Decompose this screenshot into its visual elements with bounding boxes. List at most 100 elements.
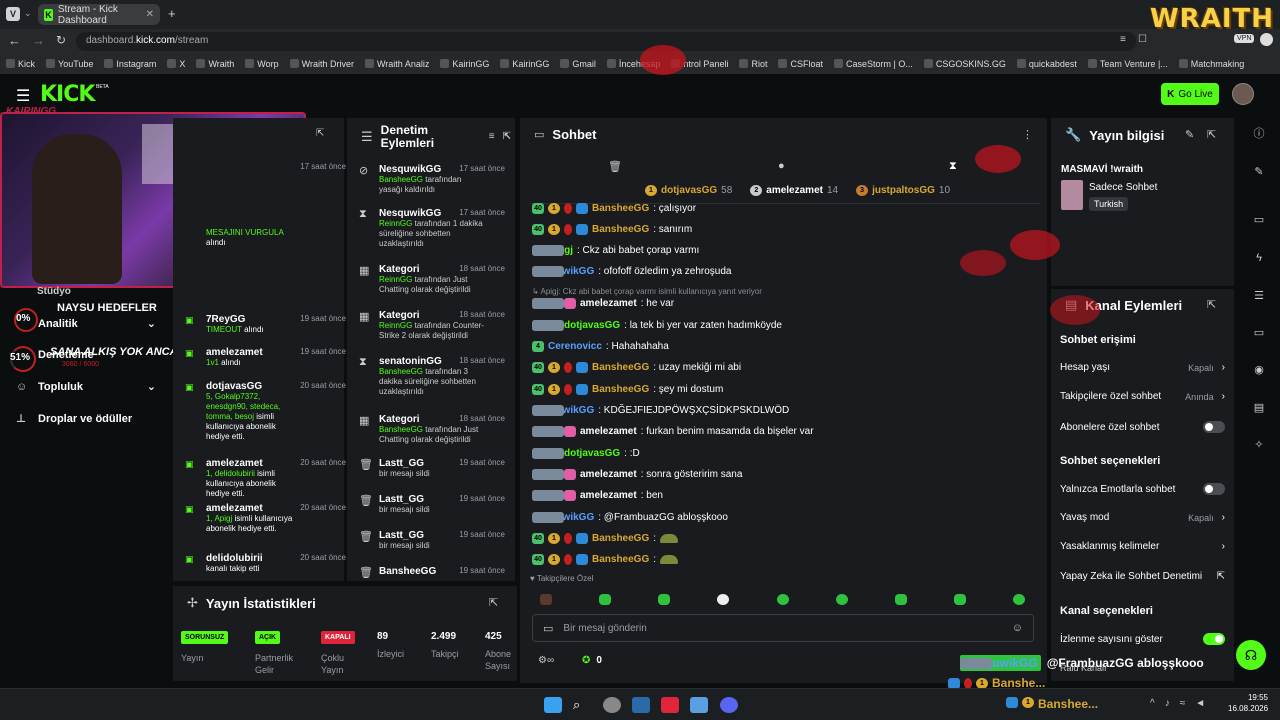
chat-message[interactable]: 4 Cerenovicc: Hahahahaha [532, 341, 669, 352]
preview-icon[interactable]: ▭ [1249, 210, 1269, 230]
profile-icon[interactable] [1260, 33, 1273, 46]
activity-user[interactable]: amelezamet [206, 458, 299, 469]
bookmark-entry[interactable]: X [167, 59, 185, 69]
bookmark-entry[interactable]: Kick [6, 59, 35, 69]
moderation-actor[interactable]: ReinnGG [379, 321, 412, 330]
back-icon[interactable]: ← [8, 33, 21, 48]
subs-chat-toggle[interactable] [1203, 421, 1225, 433]
leaderboard-entry[interactable]: 1 dotjavasGG 58 [645, 185, 732, 196]
reader-icon[interactable]: ≡ [1120, 34, 1126, 45]
bookmark-item[interactable]: X [179, 59, 185, 69]
slow-mode-setting[interactable]: Yavaş mod Kapalı › [1060, 512, 1225, 523]
bookmark-entry[interactable]: YouTube [46, 59, 93, 69]
bookmark-entry[interactable]: CSFloat [778, 59, 823, 69]
emote-icon[interactable] [658, 594, 671, 605]
bookmark-item[interactable]: CSFloat [790, 59, 823, 69]
moderation-actor[interactable]: ReinnGG [379, 219, 412, 228]
chat-tools-icon[interactable]: ⚙∞ [538, 655, 554, 666]
chat-message[interactable]: NesquwikGG: ofofoff özledim ya zehroşuda [532, 266, 731, 277]
chat-username[interactable]: BansheeGG [592, 203, 649, 214]
bookmark-entry[interactable]: Wraith Analiz [364, 59, 429, 69]
chat-username[interactable]: BansheeGG [592, 384, 649, 395]
chat-icon[interactable]: ▭ [1249, 323, 1269, 343]
app-icon[interactable] [690, 697, 708, 713]
go-live-button[interactable]: K Go Live [1161, 83, 1219, 105]
chat-username[interactable]: BansheeGG [592, 224, 649, 235]
bookmark-icon[interactable]: ☐ [1138, 34, 1147, 45]
emote-only-toggle[interactable] [1203, 483, 1225, 495]
moderation-actor[interactable]: BansheeGG [379, 367, 423, 376]
reload-icon[interactable]: ↻ [56, 33, 66, 47]
nav-community[interactable]: ☺ Topluluk ⌄ [16, 380, 156, 394]
ai-moderation-setting[interactable]: Yapay Zeka ile Sohbet Denetimi ⇱ [1060, 571, 1225, 582]
menu-icon[interactable]: ☰ [16, 86, 30, 106]
popout-icon[interactable]: ⇱ [316, 128, 324, 139]
nav-studio[interactable]: Stüdyo [37, 286, 71, 297]
nav-drops[interactable]: ⊥ Droplar ve ödüller [16, 412, 132, 426]
bookmark-item[interactable]: KairinGG [512, 59, 549, 69]
bookmark-entry[interactable]: Riot [739, 59, 767, 69]
url-bar[interactable]: dashboard.kick.com/stream [76, 32, 1136, 51]
chat-username[interactable]: amelezamet [580, 469, 637, 480]
bookmark-item[interactable]: YouTube [58, 59, 93, 69]
bookmark-entry[interactable]: CSGOSKINS.GG [923, 59, 1006, 69]
emote-icon[interactable] [540, 594, 552, 605]
info-icon[interactable]: ⓘ [1249, 124, 1269, 144]
kick-logo[interactable]: KICK [40, 82, 95, 107]
bookmark-entry[interactable]: Matchmaking [1178, 59, 1244, 69]
bookmark-entry[interactable]: KairinGG [500, 59, 549, 69]
followers-chat-setting[interactable]: Takipçilere özel sohbet Anında › [1060, 391, 1225, 402]
account-age-setting[interactable]: Hesap yaşı Kapalı › [1060, 362, 1225, 373]
hourglass-icon[interactable]: ⧗ [949, 160, 957, 173]
chat-message[interactable]: 1amelezamet: sonra gösteririm sana [532, 469, 742, 480]
chat-message[interactable]: 1dotjavasGG: la tek bi yer var zaten had… [532, 320, 782, 331]
chat-bubble-icon[interactable]: ● [778, 160, 785, 172]
bookmark-entry[interactable]: quickabdest [1016, 59, 1077, 69]
chat-message[interactable]: 40 1 BansheeGG: şey mi dostum [532, 384, 723, 395]
bookmark-entry[interactable]: KairinGG [440, 59, 489, 69]
popout-icon[interactable]: ⇱ [489, 596, 498, 609]
popout-icon[interactable]: ⇱ [503, 131, 511, 142]
emote-icon[interactable] [1013, 594, 1025, 605]
bookmark-item[interactable]: Wraith Driver [302, 59, 354, 69]
bookmark-item[interactable]: Gmail [572, 59, 596, 69]
bookmark-item[interactable]: CSGOSKINS.GG [936, 59, 1006, 69]
bookmark-item[interactable]: CaseStorm | O... [846, 59, 913, 69]
bookmark-item[interactable]: quickabdest [1029, 59, 1077, 69]
chat-username[interactable]: amelezamet [580, 298, 637, 309]
emote-icon[interactable] [717, 594, 730, 605]
moderation-actor[interactable]: BansheeGG [379, 425, 423, 434]
chat-username[interactable]: amelezamet [580, 490, 637, 501]
lightning-icon[interactable]: ϟ [1249, 248, 1269, 268]
chat-username[interactable]: amelezamet [580, 426, 637, 437]
bookmark-item[interactable]: Team Venture |... [1100, 59, 1168, 69]
chat-username[interactable]: BansheeGG [592, 554, 649, 565]
vivaldi-icon[interactable]: V [6, 7, 20, 21]
banned-words-setting[interactable]: Yasaklanmış kelimeler › [1060, 541, 1225, 552]
bookmark-entry[interactable]: CaseStorm | O... [833, 59, 913, 69]
emote-icon[interactable] [894, 594, 907, 605]
system-tray[interactable]: ^ ♪ ≈ ◄ [1150, 698, 1205, 709]
chat-message[interactable]: 1dotjavasGG: :D [532, 448, 640, 459]
emote-icon[interactable] [835, 594, 848, 605]
bookmark-entry[interactable]: Team Venture |... [1087, 59, 1168, 69]
emote-icon[interactable] [599, 594, 612, 605]
start-icon[interactable] [544, 697, 562, 713]
bookmark-item[interactable]: Riot [751, 59, 767, 69]
steam-icon[interactable] [632, 697, 650, 713]
chat-message[interactable]: 40 1 BansheeGG: [532, 533, 679, 544]
vpn-badge[interactable]: VPN [1234, 34, 1255, 43]
bookmark-item[interactable]: Wraith [208, 59, 234, 69]
app-icon[interactable] [603, 697, 621, 713]
chat-message[interactable]: 40 1 BansheeGG: sanırım [532, 224, 692, 235]
tab-close-icon[interactable]: ✕ [146, 9, 154, 20]
bookmark-item[interactable]: Worp [257, 59, 278, 69]
chat-message[interactable]: 40 1 BansheeGG: [532, 554, 679, 565]
popout-icon[interactable]: ⇱ [1207, 298, 1216, 311]
emote-icon[interactable] [953, 594, 966, 605]
bookmark-entry[interactable]: Wraith [196, 59, 234, 69]
chat-message[interactable]: NesquwikGG: @FrambuazGG abloşşkooo [532, 512, 728, 523]
list-icon[interactable]: ☰ [1249, 286, 1269, 306]
chat-message[interactable]: 40 1 BansheeGG: uzay mekiği mi abi [532, 362, 741, 373]
bookmark-item[interactable]: KairinGG [452, 59, 489, 69]
